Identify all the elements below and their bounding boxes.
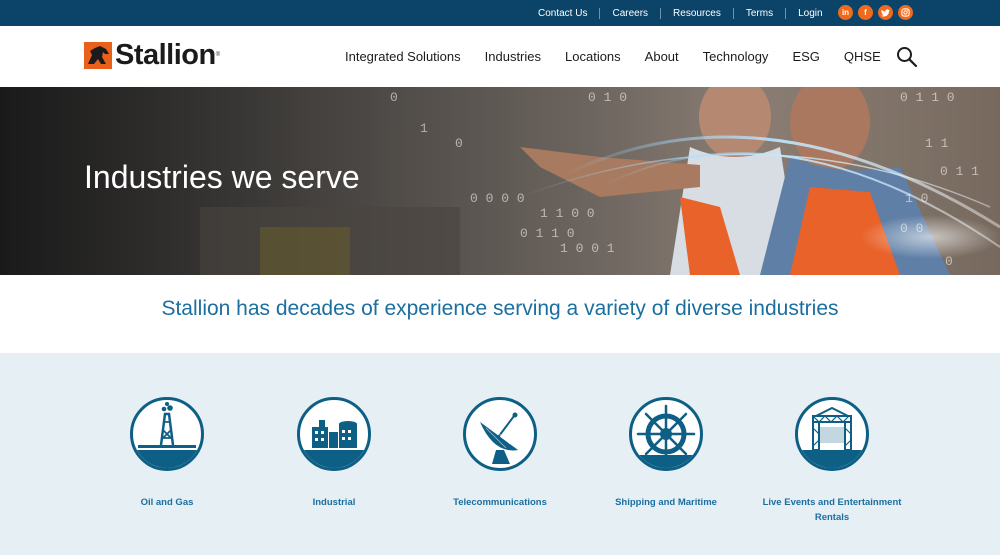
industry-label: Shipping and Maritime <box>615 497 717 508</box>
nav-qhse[interactable]: QHSE <box>844 49 881 64</box>
site-header: Stallion ® Integrated Solutions Industrie… <box>0 26 1000 87</box>
svg-text:0 1 0: 0 1 0 <box>588 90 627 105</box>
svg-text:0 0: 0 0 <box>900 221 923 236</box>
social-links: in f <box>838 5 913 20</box>
ship-wheel-icon <box>629 397 703 471</box>
nav-esg[interactable]: ESG <box>792 49 819 64</box>
contact-us-link[interactable]: Contact Us <box>528 8 599 19</box>
svg-text:0 0 0 0: 0 0 0 0 <box>470 191 525 206</box>
nav-locations[interactable]: Locations <box>565 49 621 64</box>
nav-integrated-solutions[interactable]: Integrated Solutions <box>345 49 461 64</box>
svg-text:0: 0 <box>455 136 463 151</box>
factory-icon <box>297 397 371 471</box>
login-link[interactable]: Login <box>785 7 834 19</box>
facebook-icon[interactable]: f <box>858 5 873 20</box>
svg-text:0 1 1: 0 1 1 <box>940 164 979 179</box>
nav-technology[interactable]: Technology <box>703 49 769 64</box>
svg-text:1 0 0 1: 1 0 0 1 <box>560 241 615 256</box>
linkedin-icon[interactable]: in <box>838 5 853 20</box>
intro-text: Stallion has decades of experience servi… <box>161 297 839 320</box>
careers-link[interactable]: Careers <box>599 7 660 19</box>
svg-text:1: 1 <box>420 121 428 136</box>
oil-rig-icon <box>130 397 204 471</box>
industry-oil-and-gas[interactable]: Oil and Gas <box>87 397 247 510</box>
svg-text:0: 0 <box>390 90 398 105</box>
stallion-logo[interactable]: Stallion ® <box>84 40 220 70</box>
industry-shipping-and-maritime[interactable]: Shipping and Maritime <box>586 397 746 510</box>
industry-label: Live Events and Entertainment Rentals <box>762 497 902 523</box>
page-title: Industries we serve <box>84 159 360 195</box>
industry-telecommunications[interactable]: Telecommunications <box>420 397 580 510</box>
terms-link[interactable]: Terms <box>732 7 785 19</box>
svg-text:1 1: 1 1 <box>925 136 949 151</box>
search-icon[interactable] <box>896 46 918 68</box>
svg-text:0: 0 <box>945 254 953 269</box>
svg-text:1 1 0 0: 1 1 0 0 <box>540 206 595 221</box>
twitter-icon[interactable] <box>878 5 893 20</box>
industry-live-events-and-entertainment-rentals[interactable]: Live Events and Entertainment Rentals <box>752 397 912 525</box>
svg-text:1 0: 1 0 <box>905 191 928 206</box>
industries-section: Oil and Gas Industrial Telecommunication… <box>0 353 1000 555</box>
logo-wordmark: Stallion <box>115 39 216 71</box>
hero-banner: 010 0 0 0 01 1 0 0 0 1 1 01 0 0 1 0 1 00… <box>0 87 1000 275</box>
intro-section: Stallion has decades of experience servi… <box>0 275 1000 353</box>
utility-links: Contact Us Careers Resources Terms Login <box>528 0 835 26</box>
main-nav: Integrated Solutions Industries Location… <box>345 26 881 87</box>
industry-industrial[interactable]: Industrial <box>254 397 414 510</box>
industry-label: Telecommunications <box>453 497 547 508</box>
nav-industries[interactable]: Industries <box>485 49 541 64</box>
utility-bar: Contact Us Careers Resources Terms Login… <box>0 0 1000 26</box>
industry-label: Industrial <box>312 497 356 508</box>
stage-truss-icon <box>795 397 869 471</box>
satellite-dish-icon <box>463 397 537 471</box>
resources-link[interactable]: Resources <box>660 7 733 19</box>
nav-about[interactable]: About <box>645 49 679 64</box>
instagram-icon[interactable] <box>898 5 913 20</box>
svg-text:0 1 1 0: 0 1 1 0 <box>900 90 955 105</box>
horse-logo-icon <box>84 41 112 69</box>
industry-label: Oil and Gas <box>140 497 194 508</box>
svg-text:0 1 1 0: 0 1 1 0 <box>520 226 575 241</box>
